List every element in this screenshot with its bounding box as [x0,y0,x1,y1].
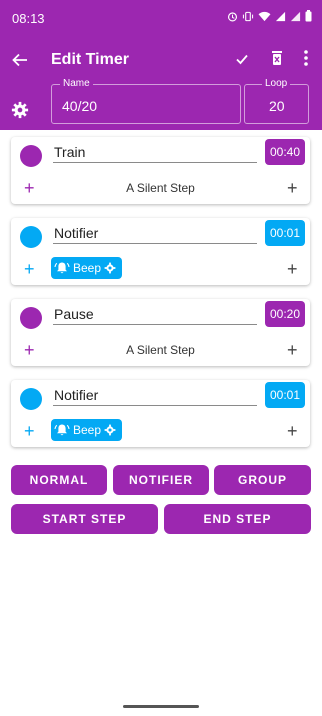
status-icons [227,10,312,22]
battery-icon [305,10,312,22]
step-card: Notifier 00:01 + Beep + [11,380,310,447]
step-info: A Silent Step [126,181,195,195]
step-name-input[interactable]: Notifier [53,387,257,406]
wifi-icon [258,11,271,21]
status-bar: 08:13 [0,0,322,38]
loop-field[interactable]: Loop 20 [244,78,309,124]
step-info: A Silent Step [126,343,195,357]
step-card: Notifier 00:01 + Beep + [11,218,310,285]
end-step-button[interactable]: END STEP [164,504,311,534]
app-bar: Edit Timer Name 40/20 Loop 20 [0,38,322,130]
step-card: Pause 00:20 + A Silent Step + [11,299,310,366]
back-arrow-icon[interactable] [10,50,30,70]
name-field[interactable]: Name 40/20 [51,78,241,124]
group-button[interactable]: GROUP [214,465,311,495]
step-color-dot[interactable] [20,307,42,329]
signal-2-icon [290,11,301,21]
bell-icon [54,424,70,436]
loop-field-label: Loop [262,78,291,89]
step-time-badge[interactable]: 00:01 [265,220,305,246]
step-name-input[interactable]: Train [53,144,257,163]
notifier-button[interactable]: NOTIFIER [113,465,209,495]
gear-icon[interactable] [11,101,29,119]
step-color-dot[interactable] [20,388,42,410]
plus-icon[interactable]: + [287,341,298,359]
plus-icon[interactable]: + [287,179,298,197]
step-name-input[interactable]: Pause [53,306,257,325]
plus-icon[interactable]: + [287,260,298,278]
gear-icon[interactable] [104,262,116,274]
loop-field-value[interactable]: 20 [269,98,285,114]
step-color-dot[interactable] [20,145,42,167]
more-vert-icon[interactable] [300,49,312,67]
vibrate-icon [242,11,254,21]
step-time-badge[interactable]: 00:01 [265,382,305,408]
beep-chip[interactable]: Beep [51,257,122,279]
gesture-nav-handle[interactable] [123,705,199,708]
bell-icon [54,262,70,274]
plus-icon[interactable]: + [287,422,298,440]
step-time-badge[interactable]: 00:20 [265,301,305,327]
step-card: Train 00:40 + A Silent Step + [11,137,310,204]
beep-label: Beep [73,261,102,275]
name-field-label: Name [60,78,93,89]
step-color-dot[interactable] [20,226,42,248]
alarm-icon [227,11,238,21]
delete-icon[interactable] [268,49,286,67]
normal-button[interactable]: NORMAL [11,465,107,495]
plus-icon[interactable]: + [24,260,35,278]
beep-chip[interactable]: Beep [51,419,122,441]
beep-label: Beep [73,423,102,437]
name-field-value[interactable]: 40/20 [62,98,97,114]
gear-icon[interactable] [104,424,116,436]
status-time: 08:13 [12,11,45,26]
step-time-badge[interactable]: 00:40 [265,139,305,165]
check-icon[interactable] [234,51,250,67]
signal-icon [275,11,286,21]
start-step-button[interactable]: START STEP [11,504,158,534]
plus-icon[interactable]: + [24,422,35,440]
page-title: Edit Timer [51,51,129,68]
step-name-input[interactable]: Notifier [53,225,257,244]
